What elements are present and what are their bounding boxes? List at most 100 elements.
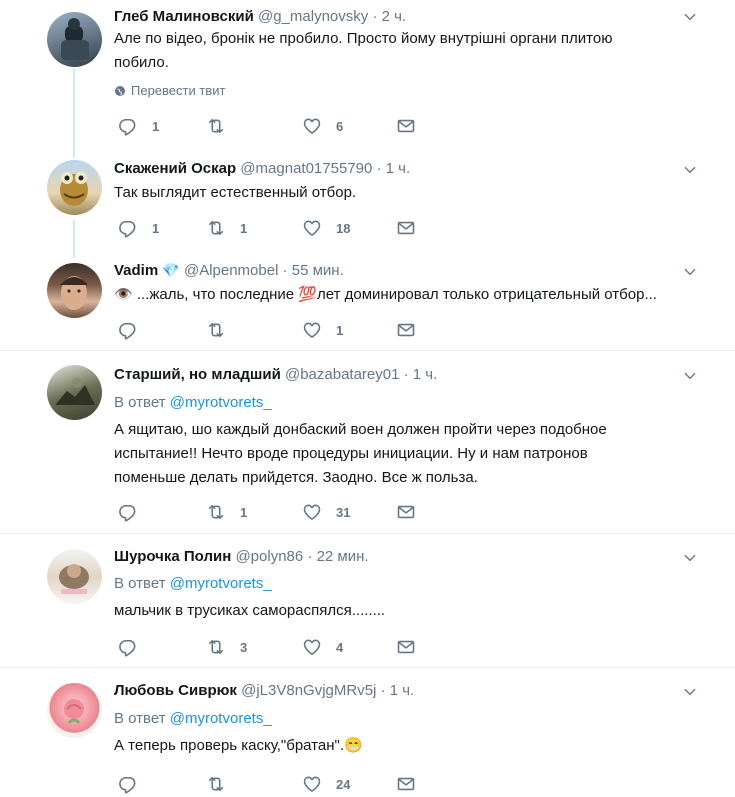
retweet-icon [206, 320, 226, 340]
user-handle[interactable]: @bazabatarey01 [285, 366, 399, 383]
like-button[interactable]: 24 [302, 774, 350, 794]
retweet-icon [206, 116, 226, 136]
reply-to-link[interactable]: @myrotvorets_ [170, 710, 272, 727]
tweet[interactable]: Vadim 💎 @Alpenmobel · 55 мин. 👁️ ...жаль… [0, 250, 735, 350]
display-name[interactable]: Vadim [114, 262, 158, 279]
reply-icon [118, 637, 138, 657]
avatar[interactable] [47, 683, 102, 738]
chevron-down-icon[interactable] [683, 163, 697, 177]
message-button[interactable] [396, 774, 416, 794]
tweet-text-suffix: лет доминировал только отрицательный отб… [317, 286, 657, 303]
reply-icon [118, 320, 138, 340]
tweet-header: Скажений Оскар @magnat01755790 · 1 ч. [114, 160, 410, 177]
retweet-icon [206, 637, 226, 657]
timestamp[interactable]: · 55 мин. [283, 262, 344, 279]
message-icon [396, 320, 416, 340]
reply-icon [118, 218, 138, 238]
tweet[interactable]: Шурочка Полин @polyn86 · 22 мин. В ответ… [0, 534, 735, 667]
reply-icon [118, 774, 138, 794]
message-button[interactable] [396, 320, 416, 340]
like-button[interactable]: 18 [302, 218, 350, 238]
reply-button[interactable] [118, 502, 152, 522]
tweet[interactable]: Глеб Малиновский @g_malynovsky · 2 ч. Ал… [0, 0, 735, 150]
chevron-down-icon[interactable] [683, 685, 697, 699]
reply-button[interactable]: 1 [118, 218, 159, 238]
chevron-down-icon[interactable] [683, 369, 697, 383]
like-count: 31 [336, 504, 351, 520]
tweet[interactable]: Старший, но младший @bazabatarey01 · 1 ч… [0, 351, 735, 533]
reply-count: 1 [152, 118, 160, 134]
timestamp[interactable]: · 1 ч. [381, 682, 415, 699]
user-handle[interactable]: @g_malynovsky [258, 8, 368, 25]
avatar[interactable] [47, 549, 102, 604]
reply-to-link[interactable]: @myrotvorets_ [170, 394, 272, 411]
tweet[interactable]: Скажений Оскар @magnat01755790 · 1 ч. Та… [0, 150, 735, 250]
user-handle[interactable]: @polyn86 [235, 548, 303, 565]
avatar[interactable] [47, 365, 102, 420]
tweet[interactable]: Любовь Сиврюк @jL3V8nGvjgMRv5j · 1 ч. В … [0, 668, 735, 797]
display-name[interactable]: Скажений Оскар [114, 160, 236, 177]
reply-context: В ответ @myrotvorets_ [114, 394, 272, 411]
message-button[interactable] [396, 116, 416, 136]
reply-button[interactable] [118, 320, 152, 340]
avatar[interactable] [47, 160, 102, 215]
user-handle[interactable]: @Alpenmobel [184, 262, 278, 279]
like-count: 24 [336, 776, 351, 792]
tweet-text-line: Так выглядит естественный отбор. [114, 184, 357, 201]
message-icon [396, 774, 416, 794]
tweet-header: Любовь Сиврюк @jL3V8nGvjgMRv5j · 1 ч. [114, 682, 414, 699]
like-button[interactable]: 1 [302, 320, 343, 340]
chevron-down-icon[interactable] [683, 10, 697, 24]
retweet-button[interactable]: 1 [206, 502, 247, 522]
timestamp[interactable]: · 2 ч. [372, 8, 406, 25]
reply-button[interactable] [118, 637, 152, 657]
message-button[interactable] [396, 637, 416, 657]
chevron-down-icon[interactable] [683, 551, 697, 565]
reply-icon [118, 116, 138, 136]
like-button[interactable]: 6 [302, 116, 343, 136]
tweet-actions: 1 [114, 320, 424, 340]
like-icon [302, 218, 322, 238]
retweet-icon [206, 502, 226, 522]
retweet-button[interactable]: 3 [206, 637, 247, 657]
tweet-text: Так выглядит естественный отбор. [114, 181, 704, 205]
message-button[interactable] [396, 502, 416, 522]
like-count: 4 [336, 639, 344, 655]
retweet-button[interactable]: 1 [206, 218, 247, 238]
display-name[interactable]: Старший, но младший [114, 366, 281, 383]
reply-button[interactable]: 1 [118, 116, 159, 136]
user-handle[interactable]: @magnat01755790 [240, 160, 372, 177]
like-button[interactable]: 4 [302, 637, 343, 657]
timestamp[interactable]: · 22 мин. [307, 548, 368, 565]
tweet-text: мальчик в трусиках самораспялся........ [114, 599, 704, 623]
message-icon [396, 218, 416, 238]
retweet-button[interactable] [206, 320, 240, 340]
retweet-count: 3 [240, 639, 248, 655]
display-name[interactable]: Любовь Сиврюк [114, 682, 237, 699]
timestamp[interactable]: · 1 ч. [404, 366, 438, 383]
reply-context: В ответ @myrotvorets_ [114, 710, 272, 727]
translate-tweet-link[interactable]: Перевести твит [114, 83, 225, 98]
retweet-icon [206, 774, 226, 794]
like-button[interactable]: 31 [302, 502, 350, 522]
avatar[interactable] [47, 12, 102, 67]
user-handle[interactable]: @jL3V8nGvjgMRv5j [241, 682, 376, 699]
display-name[interactable]: Глеб Малиновский [114, 8, 254, 25]
retweet-button[interactable] [206, 774, 240, 794]
reply-to-link[interactable]: @myrotvorets_ [170, 575, 272, 592]
tweet-header: Шурочка Полин @polyn86 · 22 мин. [114, 548, 369, 565]
message-icon [396, 116, 416, 136]
tweet-actions: 1 6 [114, 116, 424, 136]
retweet-count: 1 [240, 220, 248, 236]
reply-button[interactable] [118, 774, 152, 794]
retweet-button[interactable] [206, 116, 240, 136]
message-button[interactable] [396, 218, 416, 238]
tweet-text-line: побило. [114, 54, 169, 71]
avatar[interactable] [47, 263, 102, 318]
tweet-text-line: А теперь проверь каску,"братан". [114, 737, 345, 754]
reply-prefix: В ответ [114, 710, 166, 727]
tweet-header: Старший, но младший @bazabatarey01 · 1 ч… [114, 366, 437, 383]
display-name[interactable]: Шурочка Полин [114, 548, 231, 565]
timestamp[interactable]: · 1 ч. [377, 160, 411, 177]
chevron-down-icon[interactable] [683, 265, 697, 279]
